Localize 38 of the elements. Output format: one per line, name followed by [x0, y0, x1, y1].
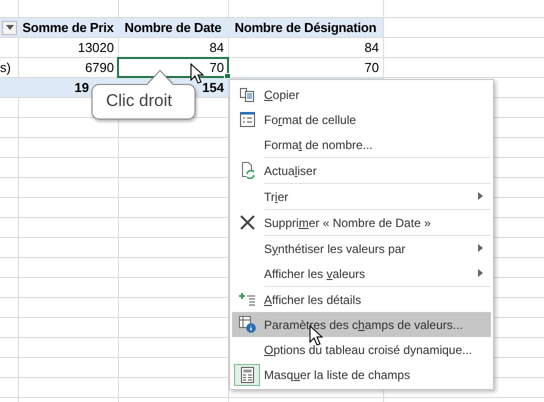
menu-item[interactable]: Format de cellule: [232, 107, 491, 132]
row-label: s): [0, 60, 11, 75]
field-settings-icon: [238, 316, 256, 333]
table-cell: 70: [118, 58, 228, 77]
menu-item[interactable]: Masquer la liste de champs: [232, 362, 491, 387]
cursor-icon: [190, 63, 204, 84]
format-cells-icon: [240, 112, 254, 127]
menu-item[interactable]: Copier: [232, 82, 491, 107]
menu-item[interactable]: Trier: [232, 184, 491, 209]
callout-text: Clic droit: [106, 91, 172, 111]
submenu-arrow-icon: [478, 244, 483, 252]
menu-item[interactable]: Supprimer « Nombre de Date »: [232, 210, 491, 235]
menu-item[interactable]: Format de nombre...: [232, 132, 491, 157]
copy-icon: [239, 86, 255, 102]
table-cell-text: 70: [364, 59, 380, 77]
refresh-icon: [240, 162, 254, 179]
menu-item[interactable]: Options du tableau croisé dynamique...: [232, 337, 491, 362]
menu-item[interactable]: Afficher les détails: [232, 287, 491, 312]
field-list-icon: [240, 366, 254, 382]
menu-item[interactable]: Afficher les valeurs: [232, 261, 491, 286]
caret-icon: [6, 25, 14, 30]
menu-item[interactable]: Actualiser: [232, 158, 491, 183]
column-header: Nombre de Désignation: [234, 20, 376, 35]
close-icon: [240, 215, 254, 230]
table-cell-text: 6790: [84, 59, 115, 77]
column-header: Somme de Prix: [22, 20, 114, 35]
submenu-arrow-icon: [478, 192, 483, 200]
submenu-arrow-icon: [478, 269, 483, 277]
filter-dropdown-button[interactable]: [2, 20, 17, 34]
menu-item[interactable]: Synthétiser les valeurs par: [232, 236, 491, 261]
total-cell-text: 19: [74, 79, 90, 97]
menu-item[interactable]: Paramètres des champs de valeurs...: [232, 312, 491, 337]
table-cell-text: 84: [364, 39, 380, 57]
table-cell-text: 84: [208, 39, 225, 57]
column-header: Nombre de Date: [124, 20, 222, 35]
table-cell-text: 13020: [76, 39, 115, 57]
total-cell-text: 154: [201, 79, 225, 97]
add-rows-icon: [239, 292, 255, 306]
